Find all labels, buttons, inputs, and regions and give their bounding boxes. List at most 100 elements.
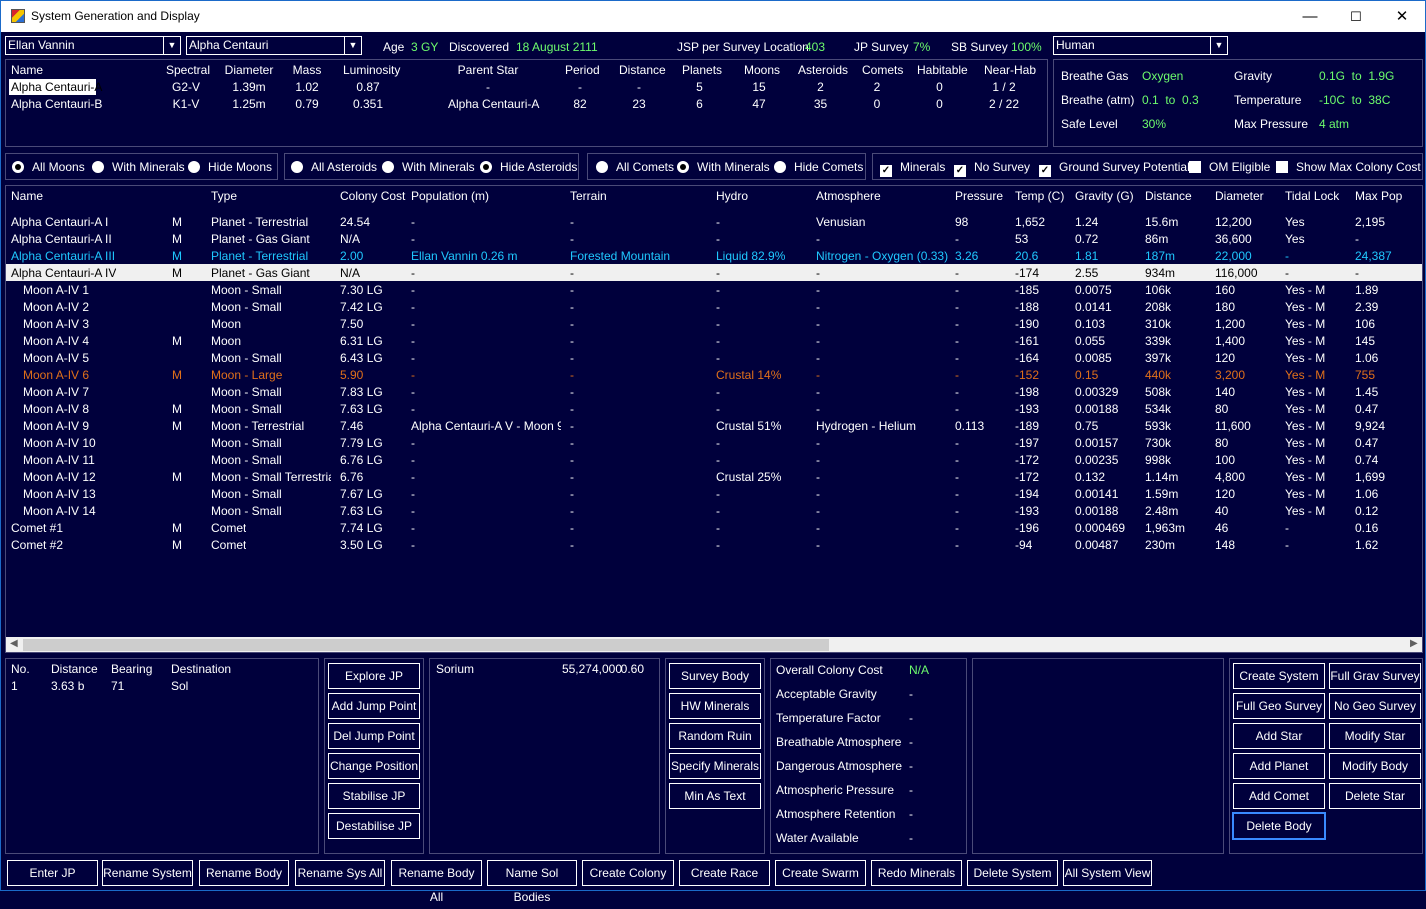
- checkbox-ground-survey[interactable]: ✓ Ground Survey Potential: [1039, 160, 1190, 177]
- radio-all-moons[interactable]: All Moons: [12, 160, 85, 174]
- table-row[interactable]: Moon A-IV 14 Moon - Small 7.63 LG - - - - - -193…: [6, 502, 1422, 519]
- table-row[interactable]: Alpha Centauri-A II M Planet - Gas Giant N/…: [6, 230, 1422, 247]
- table-row[interactable]: Moon A-IV 1 Moon - Small 7.30 LG - - - - - -185 0…: [6, 281, 1422, 298]
- table-row[interactable]: Alpha Centauri-A III M Planet - Terrestria…: [6, 247, 1422, 264]
- add-star-button[interactable]: Add Star: [1232, 722, 1326, 750]
- random-ruin-button[interactable]: Random Ruin: [668, 722, 762, 750]
- table-row[interactable]: Comet #1 M Comet 7.74 LG - - - - - -196 0.000469 1,…: [6, 519, 1422, 536]
- table-row[interactable]: Moon A-IV 8 M Moon - Small 7.63 LG - - - - - -193…: [6, 400, 1422, 417]
- stabilise-jp-button[interactable]: Stabilise JP: [327, 782, 421, 810]
- all-system-view-button[interactable]: All System View: [1062, 859, 1153, 887]
- table-row[interactable]: Moon A-IV 11 Moon - Small 6.76 LG - - - - - -172…: [6, 451, 1422, 468]
- minimize-button[interactable]: —: [1287, 1, 1333, 32]
- body-cell: -: [1355, 266, 1359, 280]
- survey-body-button[interactable]: Survey Body: [668, 662, 762, 690]
- checkbox-no-survey[interactable]: ✓ No Survey: [954, 160, 1030, 177]
- add-jump-point-button[interactable]: Add Jump Point: [327, 692, 421, 720]
- full-grav-survey-button[interactable]: Full Grav Survey: [1328, 662, 1422, 690]
- body-cell: -: [570, 334, 574, 348]
- table-row[interactable]: Moon A-IV 7 Moon - Small 7.83 LG - - - - - -198 0…: [6, 383, 1422, 400]
- body-cell: 3,200: [1215, 368, 1246, 382]
- colony-factor-value: -: [909, 687, 913, 701]
- checkbox-minerals[interactable]: ✓ Minerals: [880, 160, 945, 177]
- radio-moons-with-minerals[interactable]: With Minerals: [92, 160, 185, 174]
- table-row[interactable]: Moon A-IV 13 Moon - Small 7.67 LG - - - - - -194…: [6, 485, 1422, 502]
- scroll-left-icon[interactable]: ◀: [10, 638, 18, 649]
- redo-minerals-button[interactable]: Redo Minerals: [870, 859, 963, 887]
- modify-body-button[interactable]: Modify Body: [1328, 752, 1422, 780]
- create-system-button[interactable]: Create System: [1232, 662, 1326, 690]
- column-header: Mass: [292, 63, 322, 77]
- add-comet-button[interactable]: Add Comet: [1232, 782, 1326, 810]
- modify-star-button[interactable]: Modify Star: [1328, 722, 1422, 750]
- radio-asteroids-with-minerals[interactable]: With Minerals: [382, 160, 475, 174]
- radio-hide-comets[interactable]: Hide Comets: [774, 160, 863, 174]
- create-race-button[interactable]: Create Race: [678, 859, 771, 887]
- body-cell: -: [816, 368, 820, 382]
- radio-icon: [382, 161, 394, 173]
- radio-hide-moons[interactable]: Hide Moons: [188, 160, 272, 174]
- min-as-text-button[interactable]: Min As Text: [668, 782, 762, 810]
- radio-all-comets[interactable]: All Comets: [596, 160, 674, 174]
- enter-jp-button[interactable]: Enter JP: [6, 859, 99, 887]
- destabilise-jp-button[interactable]: Destabilise JP: [327, 812, 421, 840]
- rename-body-all-button[interactable]: Rename Body All: [390, 859, 483, 904]
- species-combo[interactable]: Human ▼: [1053, 36, 1228, 55]
- radio-hide-asteroids[interactable]: Hide Asteroids: [480, 160, 577, 174]
- create-colony-button[interactable]: Create Colony: [581, 859, 675, 887]
- table-row[interactable]: Moon A-IV 10 Moon - Small 7.79 LG - - - - - -197…: [6, 434, 1422, 451]
- delete-star-button[interactable]: Delete Star: [1328, 782, 1422, 810]
- body-name: Moon A-IV 9: [23, 419, 90, 433]
- body-cell: -194: [1015, 487, 1040, 501]
- delete-body-button[interactable]: Delete Body: [1232, 812, 1326, 840]
- maximize-button[interactable]: ☐: [1333, 1, 1379, 32]
- table-row[interactable]: Moon A-IV 9 M Moon - Terrestrial 7.46 Alpha …: [6, 417, 1422, 434]
- specify-minerals-button[interactable]: Specify Minerals: [668, 752, 762, 780]
- star-name[interactable]: Alpha Centauri-B: [11, 97, 102, 111]
- body-cell: Yes - M: [1285, 504, 1326, 518]
- change-position-button[interactable]: Change Position: [327, 752, 421, 780]
- scrollbar-thumb[interactable]: [23, 639, 829, 651]
- column-header: Luminosity: [343, 63, 401, 77]
- checkbox-show-max-colony-cost[interactable]: Show Max Colony Cost: [1276, 160, 1421, 174]
- body-cell: 11,600: [1215, 419, 1251, 433]
- body-cell: -: [411, 266, 415, 280]
- del-jump-point-button[interactable]: Del Jump Point: [327, 722, 421, 750]
- no-geo-survey-button[interactable]: No Geo Survey: [1328, 692, 1422, 720]
- close-button[interactable]: ✕: [1379, 1, 1425, 32]
- body-cell: 1.24: [1075, 215, 1099, 229]
- race-combo[interactable]: Ellan Vannin ▼: [5, 36, 181, 55]
- name-sol-bodies-button[interactable]: Name Sol Bodies: [486, 859, 578, 904]
- body-cell: -172: [1015, 470, 1040, 484]
- full-geo-survey-button[interactable]: Full Geo Survey: [1232, 692, 1326, 720]
- body-cell: M: [172, 521, 182, 535]
- body-grid: Alpha Centauri-A I M Planet - Terrestrial 2…: [5, 185, 1423, 653]
- table-row[interactable]: Alpha Centauri-A I M Planet - Terrestrial 2…: [6, 213, 1422, 230]
- radio-all-asteroids[interactable]: All Asteroids: [291, 160, 377, 174]
- table-row[interactable]: Moon A-IV 2 Moon - Small 7.42 LG - - - - - -188 0…: [6, 298, 1422, 315]
- checkbox-om-eligible[interactable]: OM Eligible: [1189, 160, 1270, 174]
- body-cell: -189: [1015, 419, 1040, 433]
- scroll-right-icon[interactable]: ▶: [1410, 638, 1418, 649]
- explore-jp-button[interactable]: Explore JP: [327, 662, 421, 690]
- system-combo[interactable]: Alpha Centauri ▼: [186, 36, 362, 55]
- table-row[interactable]: Alpha Centauri-A IV M Planet - Gas Giant N/…: [6, 264, 1422, 281]
- horizontal-scrollbar[interactable]: ◀ ▶: [6, 637, 1422, 652]
- radio-comets-with-minerals[interactable]: With Minerals: [677, 160, 770, 174]
- star-name[interactable]: Alpha Centauri-A: [11, 80, 102, 94]
- delete-system-button[interactable]: Delete System: [966, 859, 1059, 887]
- safe-level-value: 30%: [1142, 117, 1167, 131]
- hw-minerals-button[interactable]: HW Minerals: [668, 692, 762, 720]
- body-cell: -: [570, 283, 574, 297]
- create-swarm-button[interactable]: Create Swarm: [774, 859, 867, 887]
- table-row[interactable]: Moon A-IV 3 Moon 7.50 - - - - - -190 0.103 310k 1,2…: [6, 315, 1422, 332]
- table-row[interactable]: Moon A-IV 12 M Moon - Small Terrestrial 6.7…: [6, 468, 1422, 485]
- table-row[interactable]: Moon A-IV 6 M Moon - Large 5.90 - - Crustal 14…: [6, 366, 1422, 383]
- rename-body-button[interactable]: Rename Body: [198, 859, 290, 887]
- table-row[interactable]: Moon A-IV 5 Moon - Small 6.43 LG - - - - - -164 0…: [6, 349, 1422, 366]
- table-row[interactable]: Comet #2 M Comet 3.50 LG - - - - - -94 0.00487 230m…: [6, 536, 1422, 553]
- add-planet-button[interactable]: Add Planet: [1232, 752, 1326, 780]
- rename-sys-all-button[interactable]: Rename Sys All: [294, 859, 386, 887]
- table-row[interactable]: Moon A-IV 4 M Moon 6.31 LG - - - - - -161 0.055 339…: [6, 332, 1422, 349]
- rename-system-button[interactable]: Rename System: [101, 859, 194, 887]
